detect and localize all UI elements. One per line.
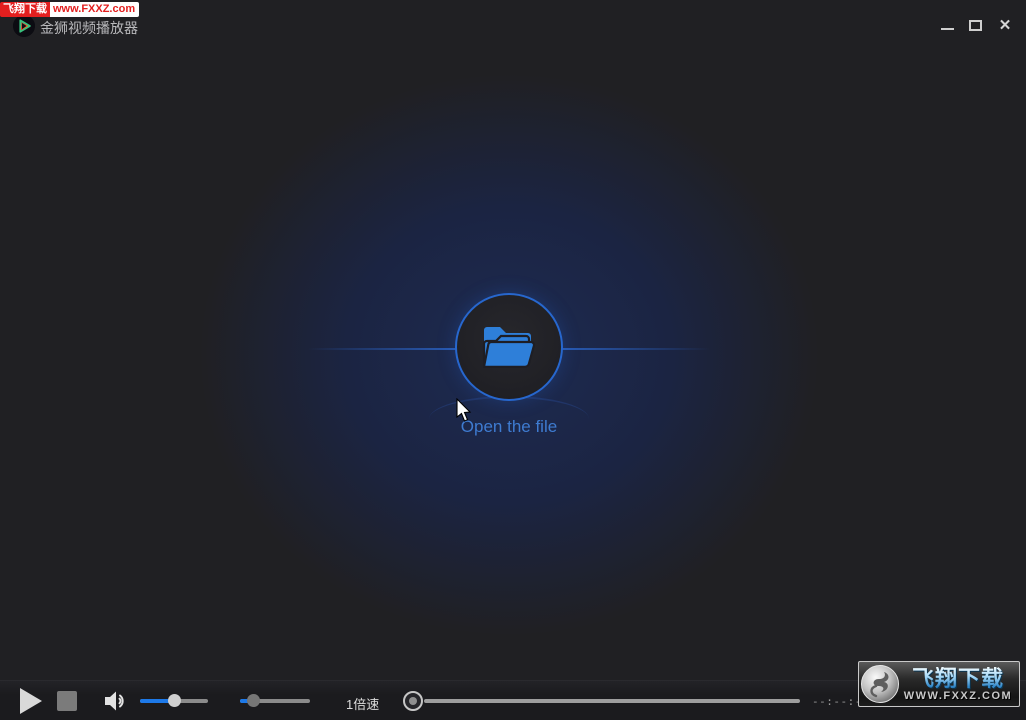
seek-track[interactable]	[424, 699, 800, 703]
maximize-button[interactable]	[962, 14, 988, 36]
open-file-label[interactable]: Open the file	[409, 417, 609, 437]
volume-button[interactable]	[103, 690, 129, 712]
stop-button[interactable]	[57, 691, 77, 711]
banner-site-name: 飞翔下载	[0, 2, 50, 17]
speed-slider[interactable]	[240, 699, 310, 703]
open-folder-icon	[478, 322, 540, 372]
open-file-button[interactable]	[455, 293, 563, 401]
watermark-badge: 飞翔下载 WWW.FXXZ.COM	[858, 661, 1020, 707]
watermark-site-url: WWW.FXXZ.COM	[904, 690, 1012, 702]
speed-slider-handle[interactable]	[247, 694, 260, 707]
close-icon: ✕	[999, 18, 1012, 33]
volume-icon	[105, 692, 123, 711]
maximize-icon	[969, 20, 982, 31]
app-logo-icon	[13, 15, 35, 37]
titlebar: 金狮视频播放器 ✕	[0, 0, 1026, 44]
watermark-texts: 飞翔下载 WWW.FXXZ.COM	[897, 667, 1019, 702]
play-icon	[20, 688, 42, 714]
minimize-button[interactable]	[934, 14, 960, 36]
close-button[interactable]: ✕	[992, 14, 1018, 36]
player-window: 飞翔下载 www.FXXZ.com 金狮视频播放器	[0, 0, 1026, 720]
speed-label: 1倍速	[346, 694, 379, 713]
app-title: 金狮视频播放器	[40, 18, 138, 38]
minimize-icon	[941, 28, 954, 30]
watermark-logo-icon	[861, 665, 899, 703]
watermark-brand: 飞翔下载	[912, 667, 1004, 690]
site-banner: 飞翔下载 www.FXXZ.com	[0, 2, 139, 17]
volume-slider[interactable]	[140, 699, 208, 703]
play-button[interactable]	[16, 687, 44, 715]
volume-slider-handle[interactable]	[168, 694, 181, 707]
seek-handle[interactable]	[403, 691, 423, 711]
banner-site-url: www.FXXZ.com	[50, 2, 139, 17]
seek-bar[interactable]	[403, 691, 800, 711]
